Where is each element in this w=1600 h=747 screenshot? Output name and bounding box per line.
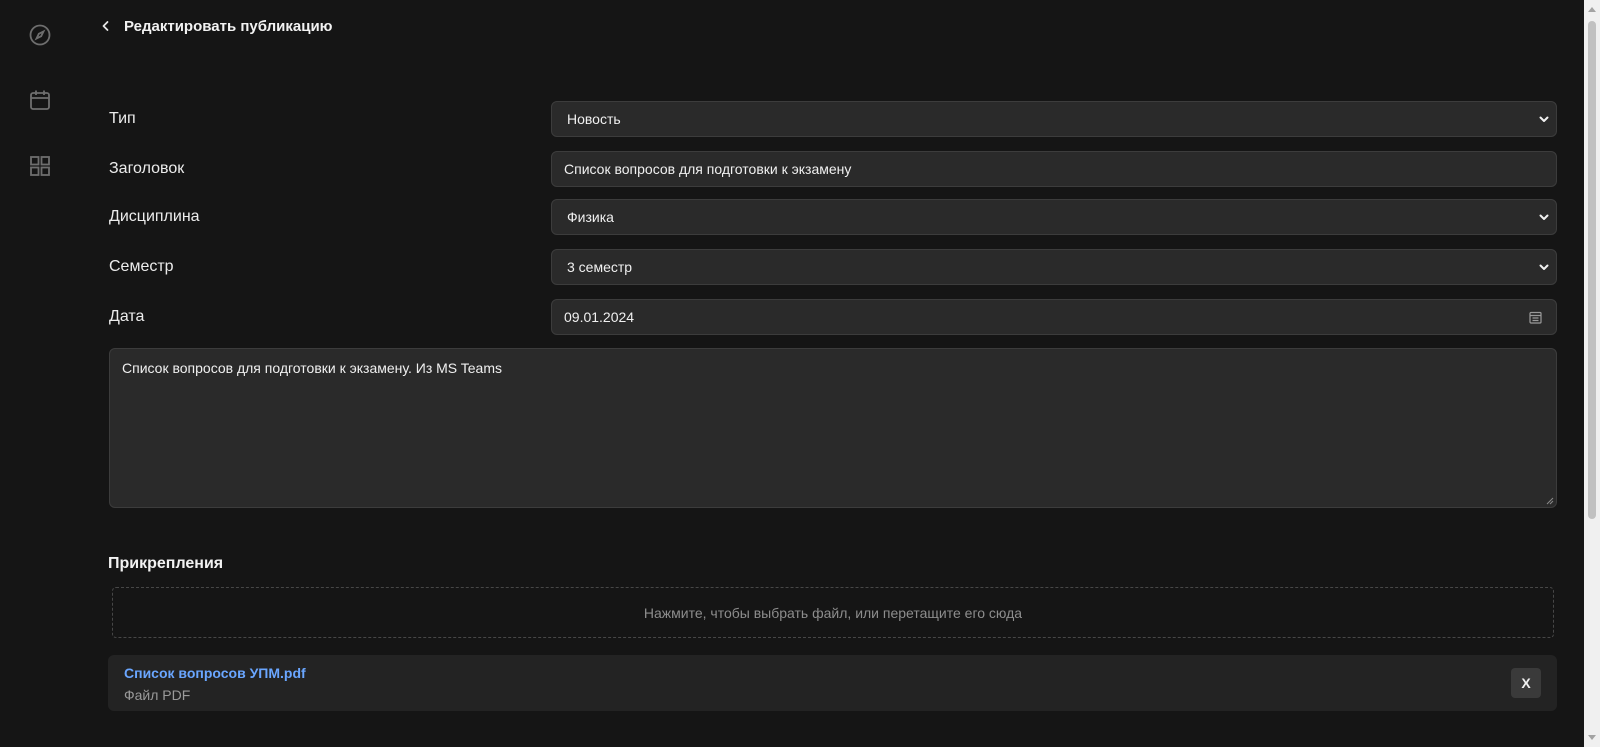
body-text: Список вопросов для подготовки к экзамен… xyxy=(122,360,502,376)
page-title: Редактировать публикацию xyxy=(124,17,333,35)
file-dropzone[interactable]: Нажмите, чтобы выбрать файл, или перетащ… xyxy=(112,587,1554,638)
calendar-picker-icon[interactable] xyxy=(1529,311,1542,324)
semester-row: Семестр 3 семестр xyxy=(109,249,1557,285)
page-scrollbar[interactable] xyxy=(1584,0,1600,747)
type-row: Тип Новость xyxy=(109,101,1557,137)
body-textarea[interactable]: Список вопросов для подготовки к экзамен… xyxy=(109,348,1557,508)
remove-attachment-button[interactable]: X xyxy=(1511,668,1541,698)
title-value: Список вопросов для подготовки к экзамен… xyxy=(564,161,852,177)
date-value: 09.01.2024 xyxy=(564,309,635,325)
semester-value: 3 семестр xyxy=(567,259,633,275)
chevron-left-icon[interactable] xyxy=(100,14,114,38)
chevron-down-icon xyxy=(1539,264,1549,270)
scrollbar-thumb[interactable] xyxy=(1588,21,1596,519)
sidebar xyxy=(0,0,80,747)
date-input[interactable]: 09.01.2024 xyxy=(551,299,1557,335)
scroll-up-icon[interactable] xyxy=(1587,5,1597,13)
grid-icon[interactable] xyxy=(28,154,52,178)
compass-icon[interactable] xyxy=(28,23,52,47)
title-input[interactable]: Список вопросов для подготовки к экзамен… xyxy=(551,151,1557,187)
attachment-item: Список вопросов УПМ.pdf Файл PDF X xyxy=(108,655,1557,711)
type-label: Тип xyxy=(109,110,136,127)
title-row: Заголовок Список вопросов для подготовки… xyxy=(109,151,1557,187)
semester-label: Семестр xyxy=(109,258,174,275)
attachment-type: Файл PDF xyxy=(124,687,191,703)
discipline-select[interactable]: Физика xyxy=(551,199,1557,235)
chevron-down-icon xyxy=(1539,116,1549,122)
date-row: Дата 09.01.2024 xyxy=(109,299,1557,335)
scroll-down-icon[interactable] xyxy=(1587,734,1597,742)
chevron-down-icon xyxy=(1539,214,1549,220)
discipline-row: Дисциплина Физика xyxy=(109,199,1557,235)
type-value: Новость xyxy=(567,111,621,127)
resize-handle-icon[interactable] xyxy=(1546,497,1554,505)
page-header: Редактировать публикацию xyxy=(100,14,332,38)
date-label: Дата xyxy=(109,308,145,325)
attachments-title: Прикрепления xyxy=(108,555,224,572)
dropzone-text: Нажмите, чтобы выбрать файл, или перетащ… xyxy=(643,604,1023,621)
type-select[interactable]: Новость xyxy=(551,101,1557,137)
discipline-label: Дисциплина xyxy=(109,208,200,225)
title-label: Заголовок xyxy=(109,160,185,177)
semester-select[interactable]: 3 семестр xyxy=(551,249,1557,285)
calendar-icon[interactable] xyxy=(28,88,52,112)
discipline-value: Физика xyxy=(567,209,614,225)
attachment-name-link[interactable]: Список вопросов УПМ.pdf xyxy=(124,665,306,681)
